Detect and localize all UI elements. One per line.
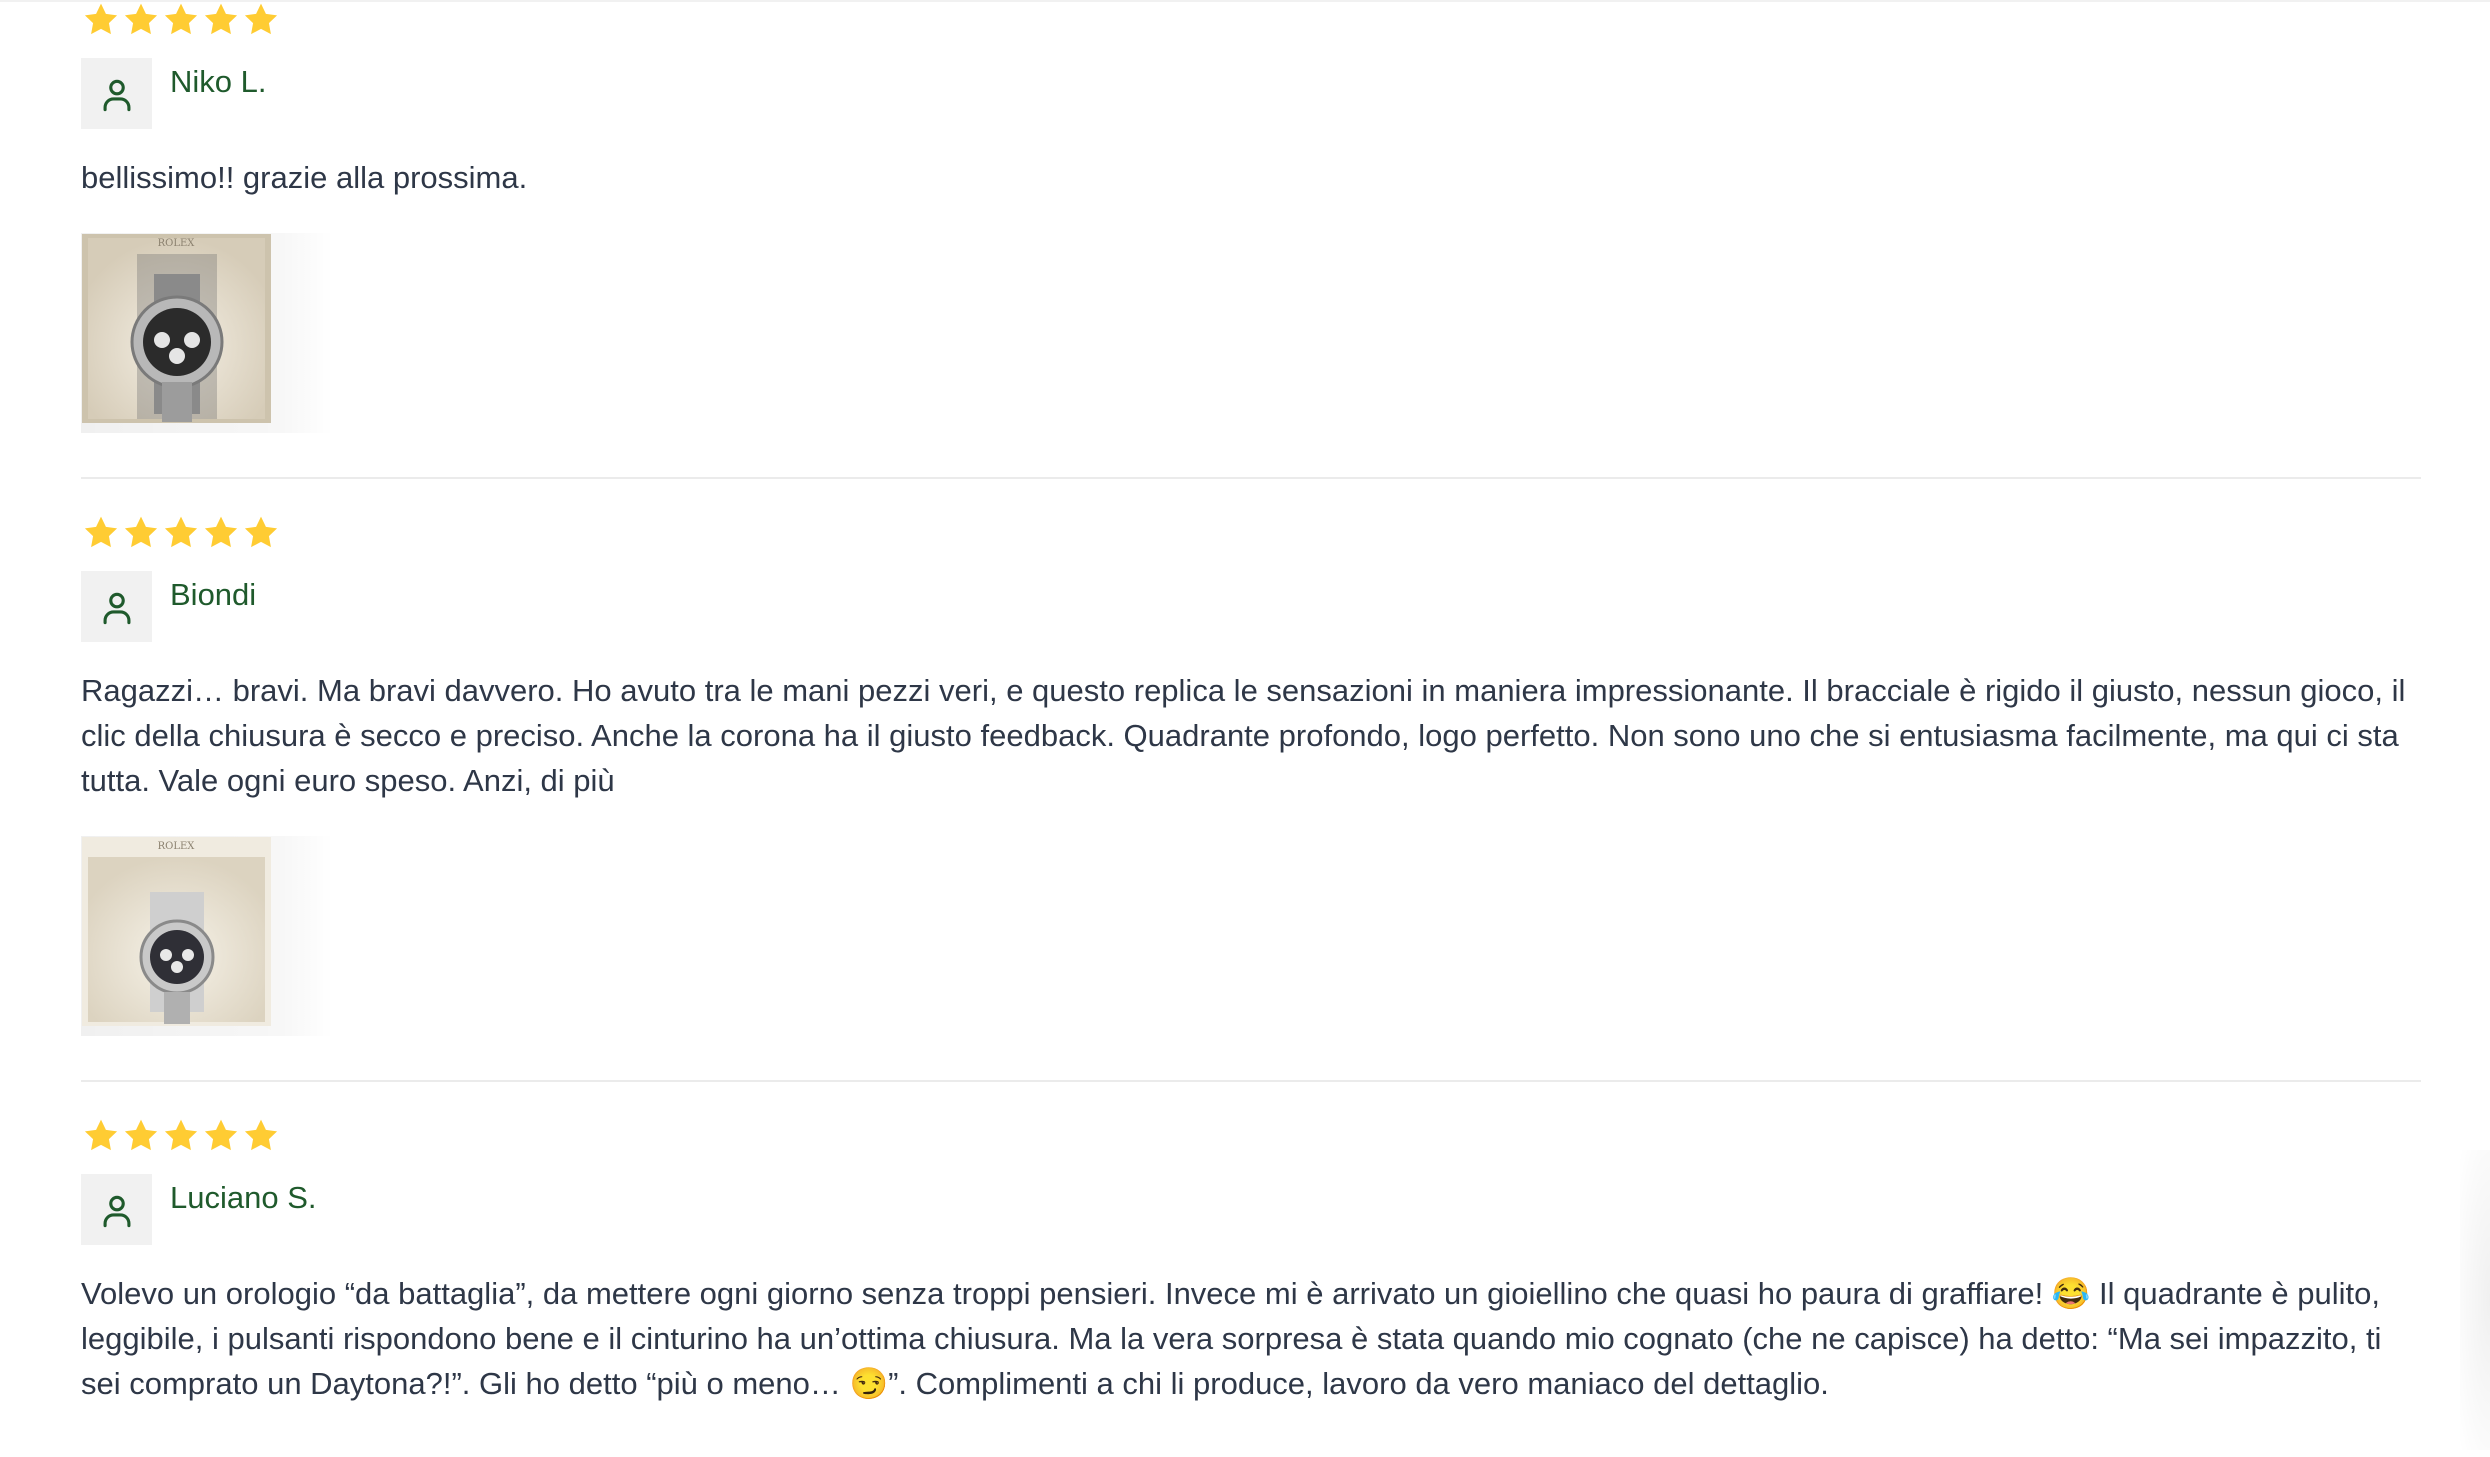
photo-brand-text: ROLEX <box>158 841 196 852</box>
reviews-page: Niko L. bellissimo!! grazie alla prossim… <box>0 0 2490 1457</box>
star-icon <box>164 1119 198 1151</box>
avatar <box>81 1174 152 1245</box>
star-icon <box>84 1119 118 1151</box>
star-icon <box>124 1119 158 1151</box>
photo-brand-text: ROLEX <box>158 238 196 249</box>
user-icon <box>103 1195 130 1227</box>
review-text: bellissimo!! grazie alla prossima. <box>81 160 528 195</box>
review-author: Niko L. <box>81 58 266 130</box>
star-icon <box>204 516 238 548</box>
review-text: Ragazzi… bravi. Ma bravi davvero. Ho avu… <box>81 673 2406 798</box>
watch-in-box-photo: ROLEX <box>82 837 271 1026</box>
user-icon <box>103 79 130 111</box>
star-icon <box>164 516 198 548</box>
review-divider <box>81 477 2421 479</box>
star-icon <box>124 3 158 35</box>
review-photo-frame: ROLEX <box>81 233 333 433</box>
star-rating <box>81 0 281 40</box>
star-icon <box>84 516 118 548</box>
star-rating <box>81 1116 281 1156</box>
avatar <box>81 571 152 642</box>
user-icon <box>103 592 130 624</box>
author-name: Luciano S. <box>170 1180 317 1215</box>
review-author: Biondi <box>81 571 256 643</box>
star-icon <box>84 3 118 35</box>
star-icon <box>244 1119 278 1151</box>
star-icon <box>204 3 238 35</box>
review-text: Volevo un orologio “da battaglia”, da me… <box>81 1276 2382 1401</box>
star-rating <box>81 513 281 553</box>
review-divider <box>81 1080 2421 1082</box>
star-icon <box>244 516 278 548</box>
scroll-edge-shadow <box>2460 1150 2490 1450</box>
avatar <box>81 58 152 129</box>
star-icon <box>204 1119 238 1151</box>
star-icon <box>244 3 278 35</box>
review-author: Luciano S. <box>81 1174 317 1246</box>
review-photo[interactable]: ROLEX <box>82 837 271 1026</box>
watch-in-box-photo: ROLEX <box>82 234 271 423</box>
author-name: Niko L. <box>170 64 267 99</box>
star-icon <box>164 3 198 35</box>
review-photo[interactable]: ROLEX <box>82 234 271 423</box>
author-name: Biondi <box>170 577 257 612</box>
star-icon <box>124 516 158 548</box>
top-border <box>0 0 2490 2</box>
review-photo-frame: ROLEX <box>81 836 333 1036</box>
